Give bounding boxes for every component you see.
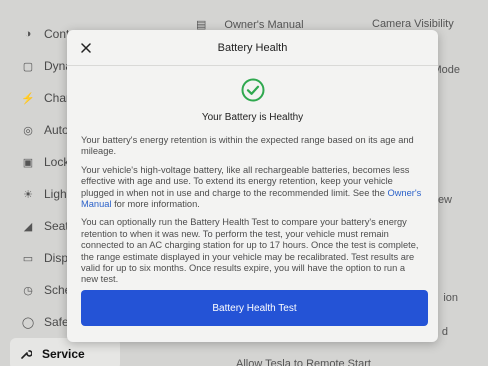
- display-icon: ▭: [22, 252, 34, 265]
- lock-icon: ▣: [22, 156, 34, 169]
- sidebar-item-label: Disp: [44, 251, 69, 265]
- steering-wheel-icon: ◎: [23, 124, 33, 137]
- status-text: Your Battery is Healthy: [201, 112, 304, 123]
- dialog-body: Your battery's energy retention is withi…: [67, 123, 438, 286]
- test-info-paragraph: You can optionally run the Battery Healt…: [81, 217, 419, 285]
- sidebar-item-label: Safe: [44, 315, 69, 329]
- light-icon: ☀: [23, 188, 33, 201]
- right-fragment: d: [441, 326, 448, 338]
- bolt-icon: ⚡: [21, 92, 35, 105]
- wrench-icon: [20, 348, 32, 360]
- toggle-icon: ◑: [24, 28, 32, 40]
- dialog-title: Battery Health: [217, 41, 288, 54]
- car-icon: ▢: [22, 60, 34, 73]
- status-block: Your Battery is Healthy: [67, 66, 438, 123]
- sidebar-item-label: Lock: [44, 155, 70, 169]
- shield-icon: ◯: [21, 316, 35, 329]
- close-icon: [81, 43, 91, 53]
- sidebar-item-label: Seat: [44, 219, 69, 233]
- sidebar-item-label: Cont: [44, 27, 70, 41]
- remote-start-setting[interactable]: Allow Tesla to Remote Start: [236, 358, 371, 366]
- right-fragment: ion: [443, 292, 458, 304]
- close-button[interactable]: [77, 39, 95, 57]
- sidebar-item-label: Ligh: [44, 187, 67, 201]
- seat-icon: ◢: [23, 220, 33, 233]
- battery-health-test-button[interactable]: Battery Health Test: [81, 290, 428, 326]
- battery-health-dialog: Battery Health Your Battery is Healthy Y…: [67, 30, 438, 342]
- sidebar-item-label: Service: [42, 347, 85, 361]
- advice-paragraph: Your vehicle's high-voltage battery, lik…: [81, 164, 422, 210]
- right-fragment: ew: [437, 194, 452, 206]
- check-circle-icon: [241, 78, 264, 102]
- retention-paragraph: Your battery's energy retention is withi…: [81, 135, 414, 157]
- camera-visibility-link[interactable]: Camera Visibility: [372, 18, 454, 30]
- dialog-header: Battery Health: [67, 30, 438, 66]
- sidebar-item-service[interactable]: Service: [10, 338, 120, 366]
- clock-icon: ◷: [23, 284, 33, 297]
- sidebar-item-label: Auto: [44, 123, 69, 137]
